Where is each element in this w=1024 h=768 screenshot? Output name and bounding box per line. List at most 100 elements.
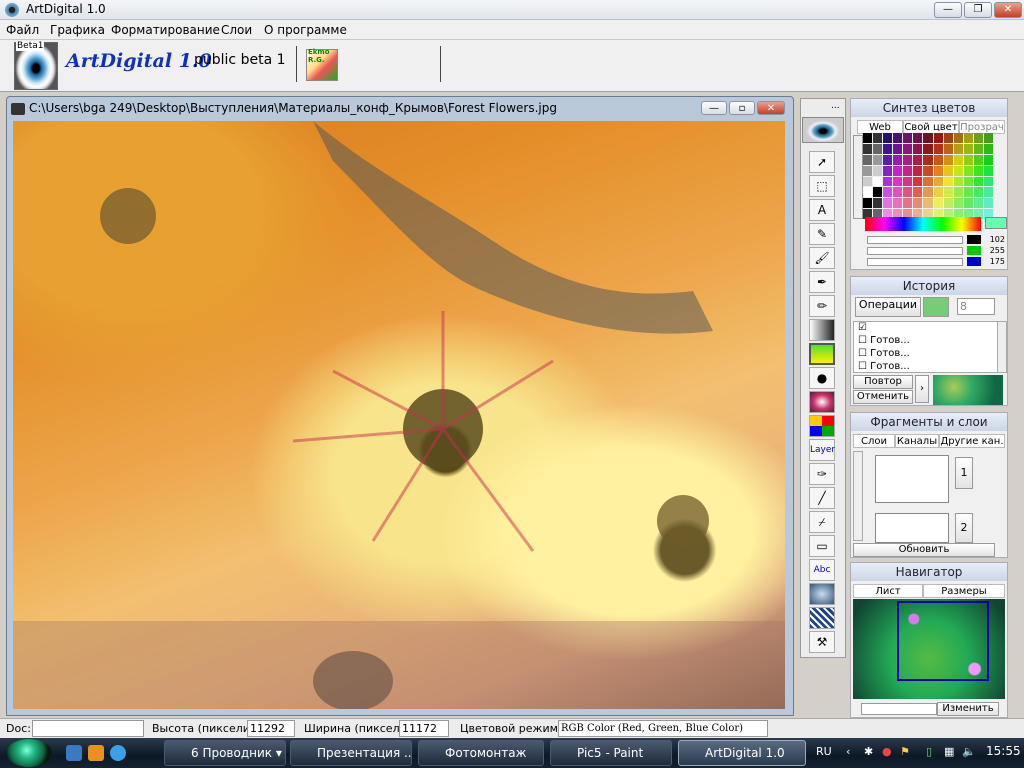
palette-swatch[interactable] [893, 133, 903, 143]
palette-swatch[interactable] [963, 133, 973, 143]
tab-web[interactable]: Web [857, 120, 903, 134]
navigator-viewport[interactable] [897, 601, 989, 681]
history-snapshot-icon[interactable] [923, 297, 949, 317]
task-paint[interactable]: Pic5 - Paint [550, 740, 672, 766]
palette-swatch[interactable] [903, 143, 913, 154]
palette-swatch[interactable] [943, 176, 953, 187]
media-player-icon[interactable] [88, 745, 104, 761]
tab-other-channels[interactable]: Другие кан. [939, 434, 1005, 448]
bluetooth-icon[interactable]: ✱ [864, 745, 873, 758]
palette-swatch[interactable] [953, 165, 963, 176]
palette-swatch[interactable] [973, 176, 983, 187]
palette-swatch[interactable] [923, 198, 933, 209]
tray-chevron-icon[interactable]: ‹ [846, 745, 850, 758]
palette-swatch[interactable] [923, 143, 933, 154]
restore-button[interactable]: ❐ [964, 2, 992, 18]
pencil-tool-icon[interactable]: ✎ [809, 223, 835, 245]
palette-swatch[interactable] [963, 165, 973, 176]
chevron-right-icon[interactable]: › [915, 375, 929, 403]
palette-swatch[interactable] [913, 133, 923, 143]
palette-swatch[interactable] [923, 165, 933, 176]
text-tool-icon[interactable]: A [809, 199, 835, 221]
palette-swatch[interactable] [913, 187, 923, 198]
palette-swatch[interactable] [953, 176, 963, 187]
palette-swatch[interactable] [923, 187, 933, 198]
layer-thumbnail[interactable] [875, 513, 949, 543]
navigator-slider[interactable] [861, 703, 937, 715]
clock[interactable]: 15:55 [986, 744, 1021, 758]
layer-thumbnail[interactable] [875, 455, 949, 503]
palette-swatch[interactable] [883, 165, 893, 176]
palette-swatch[interactable] [983, 143, 993, 154]
palette-swatch[interactable] [863, 133, 873, 143]
palette-swatch[interactable] [963, 143, 973, 154]
ie-icon[interactable] [110, 745, 126, 761]
color-palette[interactable] [863, 133, 993, 219]
palette-swatch[interactable] [893, 143, 903, 154]
security-icon[interactable]: ⚑ [900, 745, 910, 758]
palette-swatch[interactable] [963, 154, 973, 165]
green-slider[interactable] [867, 247, 963, 255]
palette-swatch[interactable] [973, 154, 983, 165]
language-indicator[interactable]: RU [816, 745, 832, 758]
menu-format[interactable]: Форматирование [111, 23, 220, 37]
close-button[interactable]: ✕ [994, 2, 1022, 18]
gradient-tool-icon[interactable] [809, 319, 835, 341]
layers-scrollbar[interactable] [853, 451, 863, 541]
task-artdigital[interactable]: ArtDigital 1.0 [678, 740, 806, 766]
palette-swatch[interactable] [883, 187, 893, 198]
pattern-tool-icon[interactable] [809, 607, 835, 629]
palette-swatch[interactable] [913, 165, 923, 176]
palette-swatch[interactable] [903, 176, 913, 187]
history-item[interactable]: ☐ Готов... [854, 361, 1000, 372]
menu-about[interactable]: О программе [264, 23, 347, 37]
palette-swatch[interactable] [953, 143, 963, 154]
palette-swatch[interactable] [973, 198, 983, 209]
palette-swatch[interactable] [923, 154, 933, 165]
layer-tool-icon[interactable]: Layer [809, 439, 835, 461]
palette-swatch[interactable] [953, 154, 963, 165]
doc-minimize-button[interactable]: — [701, 101, 727, 115]
palette-swatch[interactable] [863, 176, 873, 187]
palette-swatch[interactable] [943, 143, 953, 154]
palette-swatch[interactable] [913, 198, 923, 209]
palette-swatch[interactable] [983, 198, 993, 209]
menu-layers[interactable]: Слои [221, 23, 252, 37]
palette-swatch[interactable] [863, 198, 873, 209]
doc-close-button[interactable]: ✕ [757, 101, 785, 115]
palette-swatch[interactable] [883, 198, 893, 209]
palette-swatch[interactable] [903, 154, 913, 165]
palette-swatch[interactable] [973, 187, 983, 198]
palette-swatch[interactable] [873, 198, 883, 209]
palette-swatch[interactable] [943, 198, 953, 209]
palette-swatch[interactable] [893, 198, 903, 209]
tab-transparency[interactable]: Прозрач [959, 120, 1005, 134]
palette-swatch[interactable] [873, 187, 883, 198]
palette-knife-tool-icon[interactable]: ⚒ [809, 631, 835, 653]
palette-swatch[interactable] [983, 176, 993, 187]
palette-swatch[interactable] [943, 133, 953, 143]
airbrush-tool-icon[interactable]: ✏ [809, 295, 835, 317]
palette-swatch[interactable] [973, 165, 983, 176]
palette-swatch[interactable] [963, 187, 973, 198]
palette-swatch[interactable] [923, 133, 933, 143]
palette-swatch[interactable] [933, 198, 943, 209]
palette-swatch[interactable] [943, 187, 953, 198]
palette-swatch[interactable] [923, 176, 933, 187]
task-photomontage[interactable]: Фотомонтаж [418, 740, 544, 766]
document-window[interactable]: C:\Users\bga 249\Desktop\Выступления\Мат… [6, 96, 794, 716]
palette-swatch[interactable] [943, 154, 953, 165]
width-field[interactable]: 11172 [399, 720, 449, 737]
redo-button[interactable]: Повтор [853, 375, 913, 389]
palette-swatch[interactable] [873, 133, 883, 143]
menu-graphics[interactable]: Графика [50, 23, 105, 37]
palette-swatch[interactable] [893, 187, 903, 198]
palette-swatch[interactable] [933, 165, 943, 176]
history-item[interactable]: ☐ Готов... [854, 335, 1000, 348]
bucket-tool-icon[interactable]: ● [809, 367, 835, 389]
history-scrollbar[interactable] [997, 321, 1007, 373]
network-icon[interactable]: ▦ [944, 745, 954, 758]
tab-sheet[interactable]: Лист [853, 584, 923, 598]
radial-tool-icon[interactable] [809, 391, 835, 413]
height-field[interactable]: 11292 [247, 720, 295, 737]
